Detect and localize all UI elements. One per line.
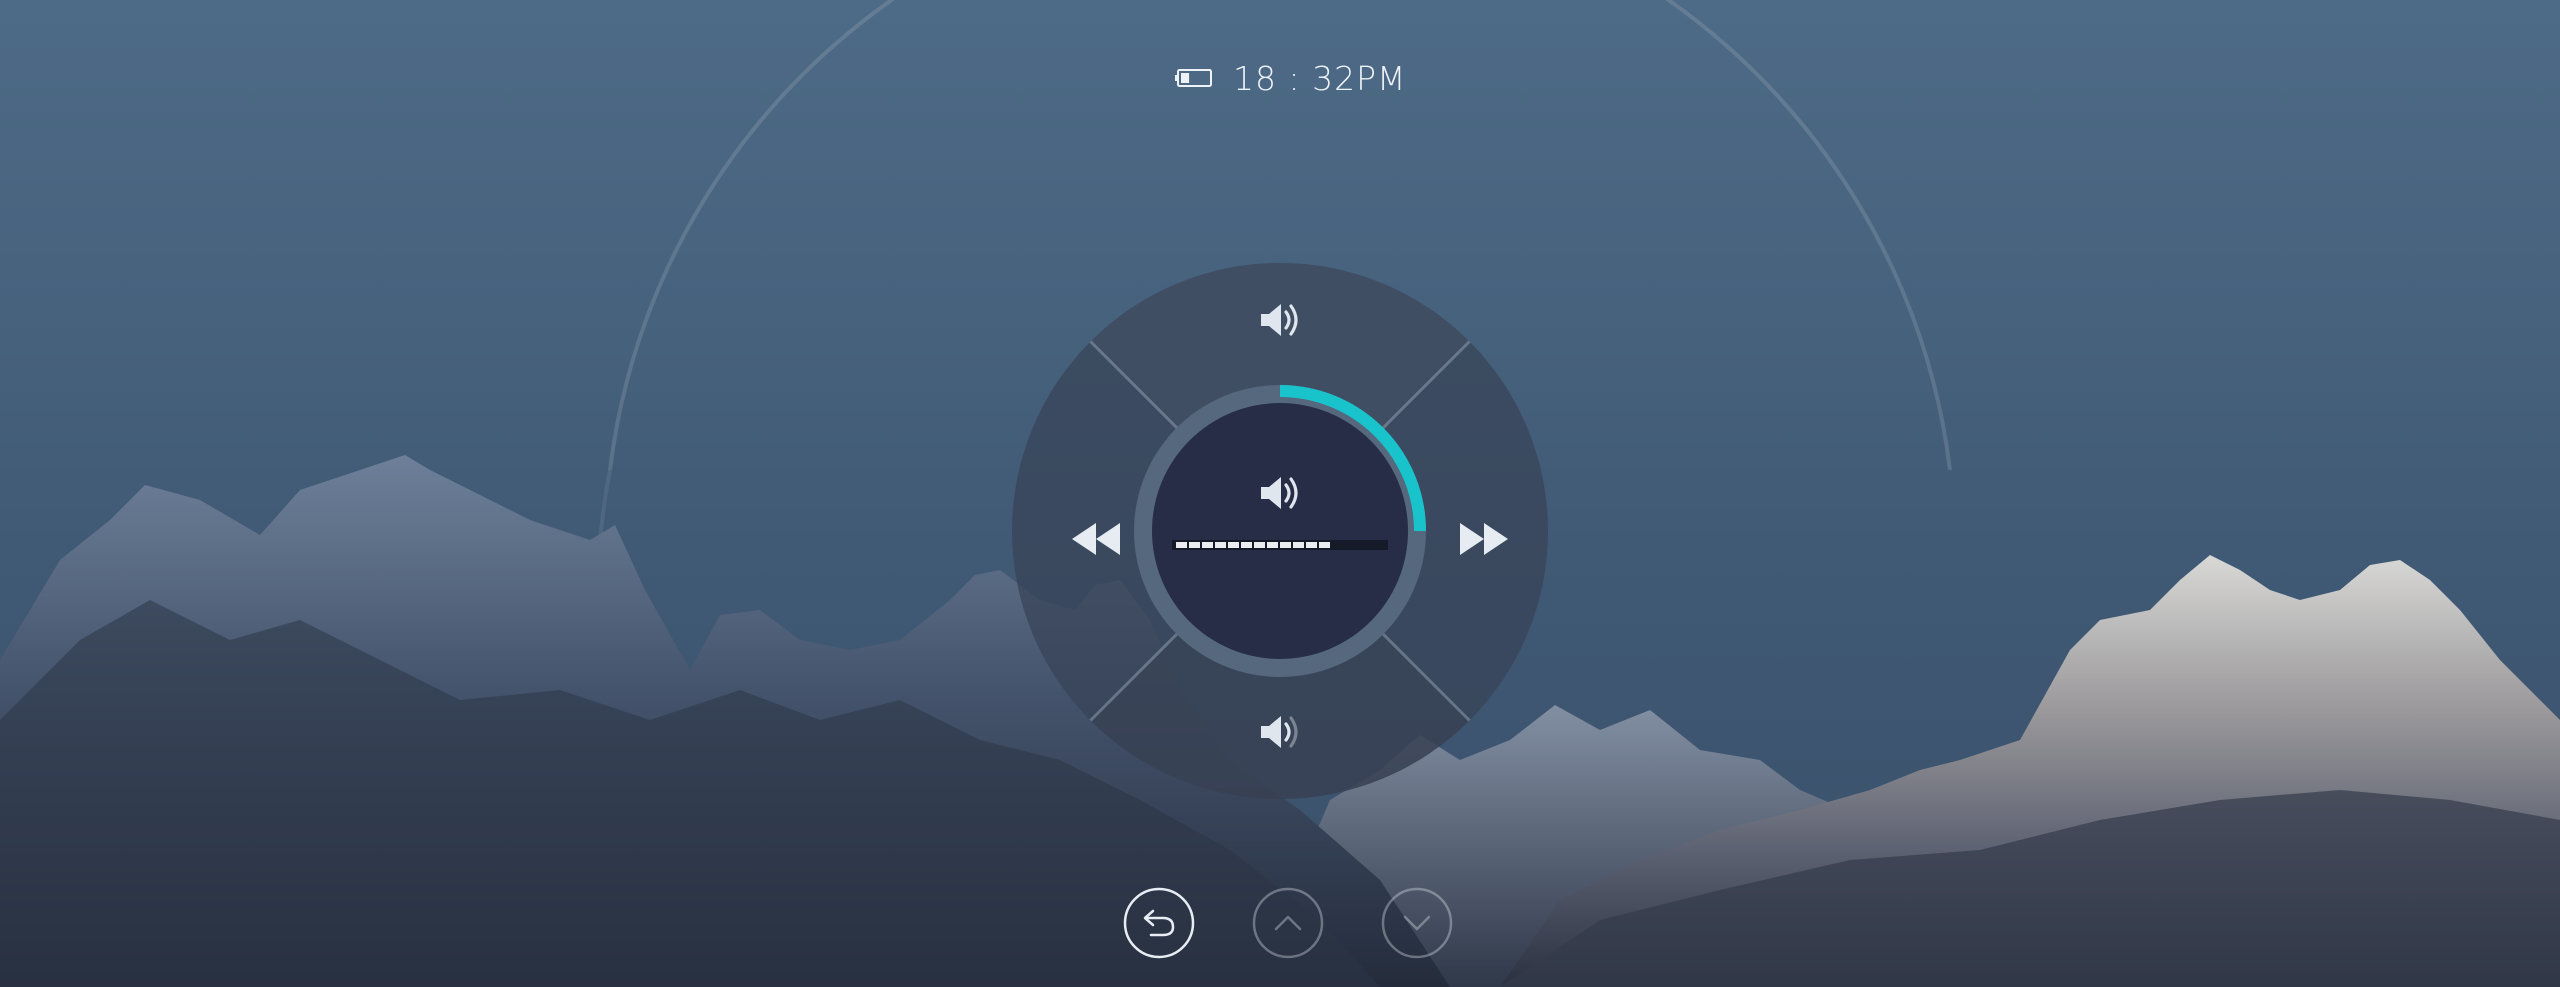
volume-level-segment [1319, 542, 1330, 548]
volume-level-segment [1293, 542, 1304, 548]
back-icon [1123, 887, 1195, 959]
volume-level-segment [1254, 542, 1265, 548]
volume-level-bar [1172, 540, 1388, 550]
volume-level-segment [1189, 542, 1200, 548]
chevron-up-icon [1252, 887, 1324, 959]
volume-level-segment [1280, 542, 1291, 548]
scroll-down-button[interactable] [1381, 887, 1453, 959]
battery-low-icon [1175, 69, 1212, 87]
volume-level-segment [1215, 542, 1226, 548]
status-bar: 18 : 32PM [1175, 58, 1406, 98]
volume-level-segment [1228, 542, 1239, 548]
volume-center [1152, 403, 1408, 659]
back-button[interactable] [1123, 887, 1195, 959]
volume-dial [1012, 263, 1548, 799]
volume-level-segment [1241, 542, 1252, 548]
volume-level-segment [1176, 542, 1187, 548]
volume-level-segment [1202, 542, 1213, 548]
chevron-down-icon [1381, 887, 1453, 959]
volume-level-segment [1306, 542, 1317, 548]
volume-level-segment [1267, 542, 1278, 548]
scroll-up-button[interactable] [1252, 887, 1324, 959]
clock-time: 18 : 32PM [1233, 58, 1407, 98]
